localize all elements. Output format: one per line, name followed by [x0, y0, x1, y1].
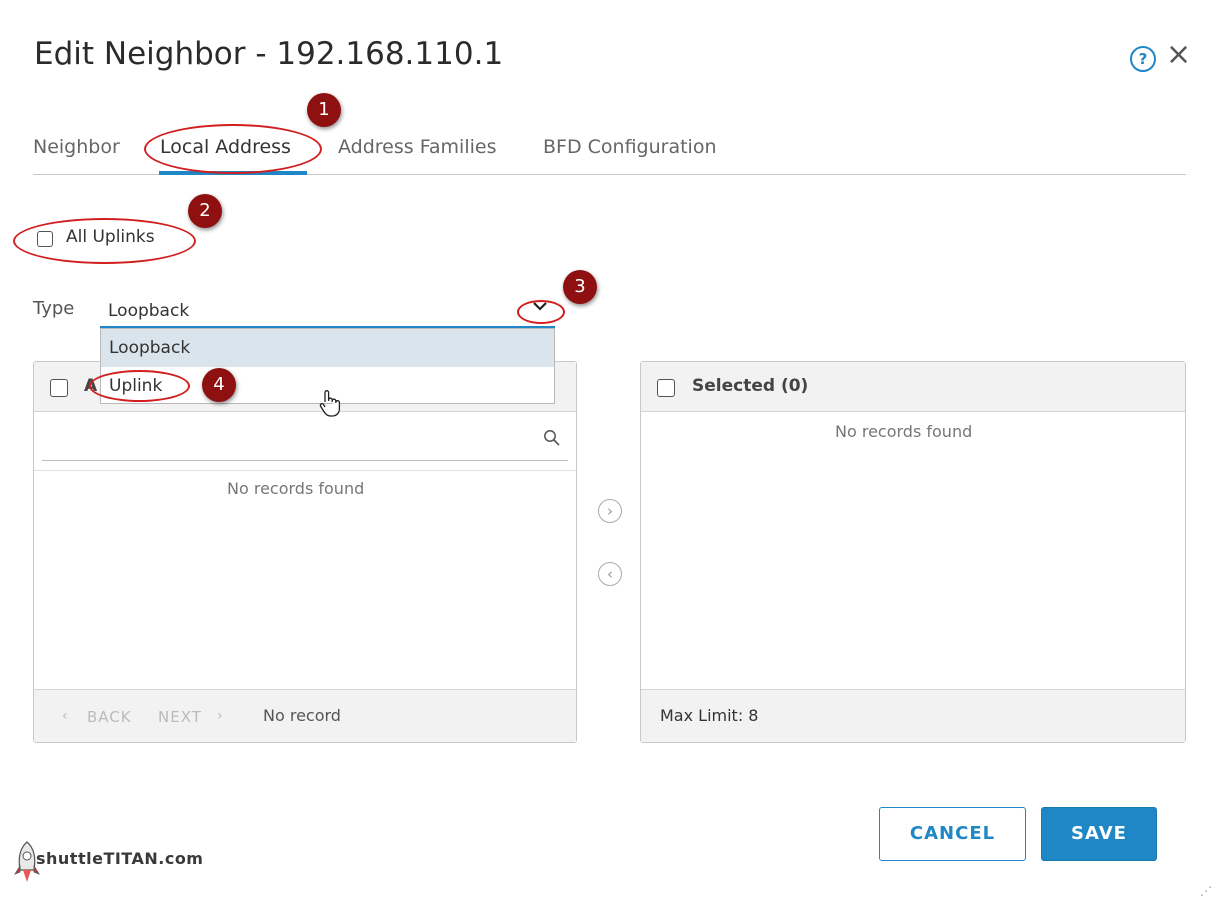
available-empty-text: No records found	[227, 479, 365, 498]
available-search-input[interactable]	[42, 424, 542, 458]
available-select-all-checkbox[interactable]	[50, 379, 68, 397]
watermark-text: shuttleTITAN.com	[36, 849, 204, 868]
selected-panel: Selected (0) No records found Max Limit:…	[640, 361, 1186, 743]
selected-panel-title: Selected (0)	[692, 376, 809, 396]
available-panel-footer: ‹ BACK NEXT › No record	[34, 689, 576, 742]
annotation-4: 4	[202, 368, 236, 402]
cancel-button[interactable]: CANCEL	[879, 807, 1026, 861]
record-status: No record	[263, 706, 341, 725]
annotation-oval-all-uplinks	[13, 218, 196, 264]
annotation-oval-local-address	[144, 124, 322, 174]
selected-empty-text: No records found	[835, 422, 973, 441]
selected-panel-footer: Max Limit: 8	[641, 689, 1185, 742]
dialog-title: Edit Neighbor - 192.168.110.1	[34, 36, 504, 72]
close-icon[interactable]: ×	[1166, 40, 1191, 70]
move-left-icon[interactable]: ‹	[598, 562, 622, 586]
chevron-right-icon: ›	[217, 708, 223, 724]
tab-neighbor[interactable]: Neighbor	[33, 136, 120, 158]
hand-cursor-icon	[318, 389, 342, 423]
dropdown-option-loopback[interactable]: Loopback	[101, 329, 554, 367]
annotation-oval-dropdown	[517, 300, 565, 324]
selected-panel-header: Selected (0)	[641, 362, 1185, 412]
back-button[interactable]: BACK	[87, 708, 132, 726]
tab-address-families[interactable]: Address Families	[338, 136, 496, 158]
annotation-3: 3	[563, 270, 597, 304]
chevron-left-icon: ‹	[62, 708, 68, 724]
selected-select-all-checkbox[interactable]	[657, 379, 675, 397]
type-select-value[interactable]: Loopback	[108, 301, 189, 321]
resize-grip-icon[interactable]: ⋰	[1200, 884, 1212, 898]
next-button[interactable]: NEXT	[158, 708, 202, 726]
max-limit-text: Max Limit: 8	[660, 706, 759, 725]
annotation-2: 2	[188, 194, 222, 228]
type-label: Type	[33, 298, 75, 319]
tab-bfd-configuration[interactable]: BFD Configuration	[543, 136, 717, 158]
annotation-oval-uplink	[89, 370, 190, 402]
search-underline	[42, 460, 568, 461]
search-icon[interactable]	[543, 429, 561, 451]
annotation-1: 1	[307, 93, 341, 127]
help-icon[interactable]: ?	[1130, 46, 1156, 72]
available-panel: A No records found ‹ BACK NEXT › No reco…	[33, 361, 577, 743]
move-right-icon[interactable]: ›	[598, 499, 622, 523]
save-button[interactable]: SAVE	[1041, 807, 1157, 861]
